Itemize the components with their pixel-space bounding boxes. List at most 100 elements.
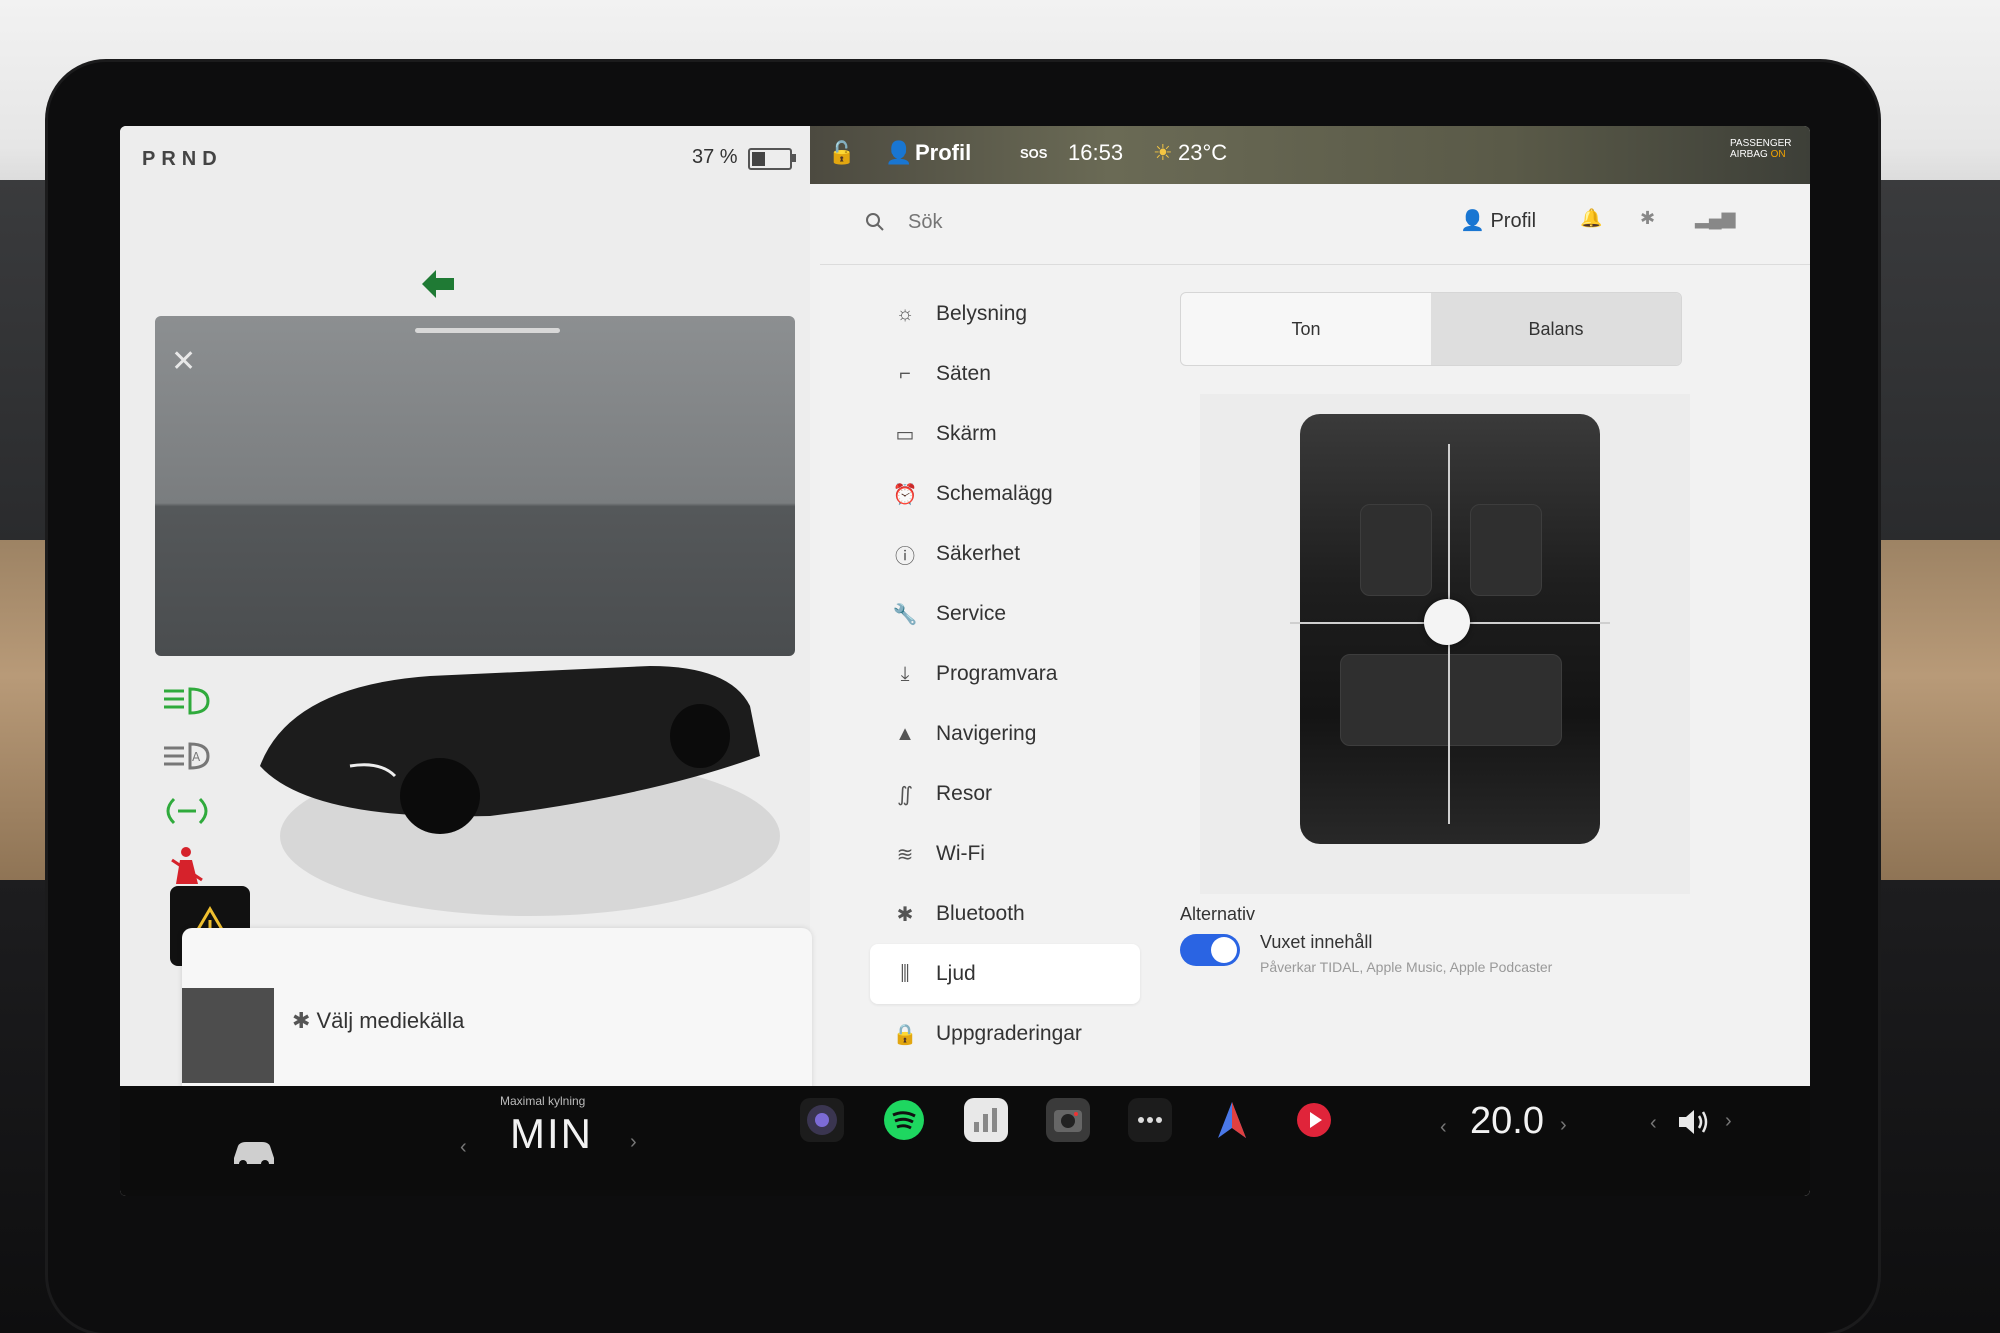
sidebar-item-label: Säten — [936, 362, 991, 385]
sidebar-item-label: Skärm — [936, 422, 997, 445]
battery-fill — [752, 152, 766, 166]
navigation-arrow-icon: ▲ — [895, 722, 915, 745]
explicit-content-label: Vuxet innehåll — [1260, 932, 1373, 952]
sidebar-item-label: Säkerhet — [936, 542, 1021, 565]
wrench-icon: 🔧 — [892, 603, 918, 626]
navigation-app-icon[interactable] — [1210, 1098, 1254, 1142]
notification-bell-icon[interactable]: 🔔 — [1580, 208, 1602, 230]
auto-high-beam-icon: A — [164, 742, 210, 770]
search-icon — [866, 213, 884, 231]
settings-search-input[interactable] — [906, 206, 1310, 238]
sidebar-item-label: Bluetooth — [936, 902, 1025, 925]
seat-icon: ⌐ — [899, 362, 911, 385]
bottom-bar: ‹ Maximal kylning MIN › ‹ 20.0 › ‹ › — [120, 1086, 1810, 1196]
sidebar-item-uppgraderingar[interactable]: 🔒 Uppgraderingar — [870, 1004, 1170, 1064]
sidebar-item-belysning[interactable]: ☼ Belysning — [870, 284, 1170, 344]
sidebar-item-säkerhet[interactable]: ⓘ Säkerhet — [870, 524, 1170, 584]
passenger-airbag-indicator: PASSENGER AIRBAG ON — [1730, 138, 1792, 160]
dashcam-icon — [1054, 1110, 1082, 1132]
sidebar-item-label: Uppgraderingar — [936, 1022, 1082, 1045]
energy-app-icon[interactable] — [964, 1098, 1008, 1142]
audio-tab-switcher: Ton Balans — [1180, 292, 1682, 366]
energy-chart-icon — [974, 1108, 997, 1132]
headlights-icon — [164, 687, 210, 715]
car-icon[interactable] — [230, 1136, 278, 1168]
climate-decrease-icon[interactable]: ‹ — [460, 1136, 467, 1159]
clock: 16:53 — [1068, 140, 1124, 165]
dashcam-app-icon[interactable] — [1046, 1098, 1090, 1142]
parking-lights-icon — [166, 797, 208, 825]
more-apps-icon[interactable] — [1128, 1098, 1172, 1142]
camera-view[interactable]: ✕ — [155, 316, 795, 656]
camera-app-icon[interactable] — [800, 1098, 844, 1142]
settings-search-row: 👤 Profil 🔔 ✱ ▂▄▆ — [820, 184, 1810, 265]
media-app-icon[interactable] — [1292, 1098, 1336, 1142]
equalizer-icon: ⫼ — [900, 962, 910, 985]
volume-decrease-icon[interactable]: ‹ — [1650, 1112, 1657, 1135]
outside-temperature: 23°C — [1178, 140, 1228, 165]
climate-increase-icon[interactable]: › — [630, 1131, 637, 1154]
spotify-app-icon[interactable] — [882, 1098, 926, 1142]
spotify-icon — [884, 1100, 924, 1140]
profile-button[interactable]: Profil — [915, 140, 971, 166]
trips-icon: ∬ — [897, 783, 913, 806]
bluetooth-icon: ✱ — [896, 903, 914, 926]
weather-sun-icon: ☀ — [1153, 140, 1173, 165]
tab-ton[interactable]: Ton — [1181, 293, 1431, 365]
sidebar-item-wi-fi[interactable]: ≋ Wi-Fi — [870, 824, 1170, 884]
sidebar-item-ljud[interactable]: ⫼ Ljud — [870, 944, 1140, 1004]
media-source-selector[interactable]: ✱ Välj mediekälla — [292, 1008, 464, 1034]
turn-signal-left-icon — [422, 270, 454, 298]
battery-percent: 37 % — [692, 146, 738, 168]
sidebar-item-säten[interactable]: ⌐ Säten — [870, 344, 1170, 404]
balance-control[interactable] — [1200, 394, 1690, 894]
seat-front-right — [1470, 504, 1542, 596]
close-icon[interactable]: ✕ — [171, 344, 196, 379]
sidebar-item-navigering[interactable]: ▲ Navigering — [870, 704, 1170, 764]
seat-front-left — [1360, 504, 1432, 596]
seatbelt-warning-icon — [171, 847, 203, 884]
temp-decrease-icon[interactable]: ‹ — [1440, 1116, 1447, 1139]
balance-knob[interactable] — [1424, 599, 1470, 645]
bluetooth-icon: ✱ — [292, 1008, 311, 1033]
volume-increase-icon[interactable]: › — [1725, 1110, 1732, 1133]
unlock-icon[interactable]: 🔓 — [828, 140, 855, 166]
settings-profile-button[interactable]: 👤 Profil — [1460, 208, 1536, 233]
sidebar-item-label: Ljud — [936, 962, 976, 985]
touchscreen: PRND 37 % ✕ A ✱ Välj mediekälla 🔓 👤 Prof… — [120, 126, 1810, 1196]
explicit-content-toggle[interactable] — [1180, 934, 1240, 966]
seat-rear — [1340, 654, 1562, 746]
battery-cap — [792, 154, 796, 162]
toggle-knob — [1211, 937, 1237, 963]
sidebar-item-bluetooth[interactable]: ✱ Bluetooth — [870, 884, 1170, 944]
temp-increase-icon[interactable]: › — [1560, 1114, 1567, 1137]
settings-menu: ☼ Belysning ⌐ Säten ▭ Skärm ⏰ Schemalägg ⓘ Säkerh… — [870, 284, 1170, 1064]
sidebar-item-skärm[interactable]: ▭ Skärm — [870, 404, 1170, 464]
bluetooth-icon[interactable]: ✱ — [1640, 208, 1662, 230]
sidebar-item-label: Belysning — [936, 302, 1028, 325]
climate-caption: Maximal kylning — [500, 1094, 586, 1108]
explicit-content-description: Påverkar TIDAL, Apple Music, Apple Podca… — [1260, 959, 1553, 975]
cabin-temperature[interactable]: 20.0 — [1470, 1100, 1544, 1143]
svg-text:A: A — [192, 750, 201, 764]
gear-selector: PRND — [142, 148, 223, 170]
sidebar-item-label: Wi-Fi — [936, 842, 985, 865]
sidebar-item-programvara[interactable]: ⤓ Programvara — [870, 644, 1170, 704]
sidebar-item-resor[interactable]: ∬ Resor — [870, 764, 1170, 824]
camera-drag-handle[interactable] — [415, 328, 560, 333]
alarm-clock-icon: ⏰ — [892, 483, 918, 506]
profile-icon: 👤 — [1460, 210, 1485, 232]
sidebar-item-label: Programvara — [936, 662, 1058, 685]
climate-temperature[interactable]: MIN — [510, 1110, 593, 1158]
navigation-arrow-icon — [1218, 1102, 1246, 1138]
album-art — [182, 988, 274, 1083]
sidebar-item-schemalägg[interactable]: ⏰ Schemalägg — [870, 464, 1170, 524]
sidebar-item-label: Resor — [936, 782, 993, 805]
sidebar-item-service[interactable]: 🔧 Service — [870, 584, 1170, 644]
tab-balans[interactable]: Balans — [1431, 293, 1681, 365]
camera-lens-icon — [807, 1105, 837, 1135]
lock-icon: 🔒 — [892, 1023, 918, 1046]
car-render — [260, 666, 780, 916]
volume-icon[interactable] — [1675, 1106, 1715, 1138]
sos-button[interactable]: SOS — [1020, 146, 1047, 161]
